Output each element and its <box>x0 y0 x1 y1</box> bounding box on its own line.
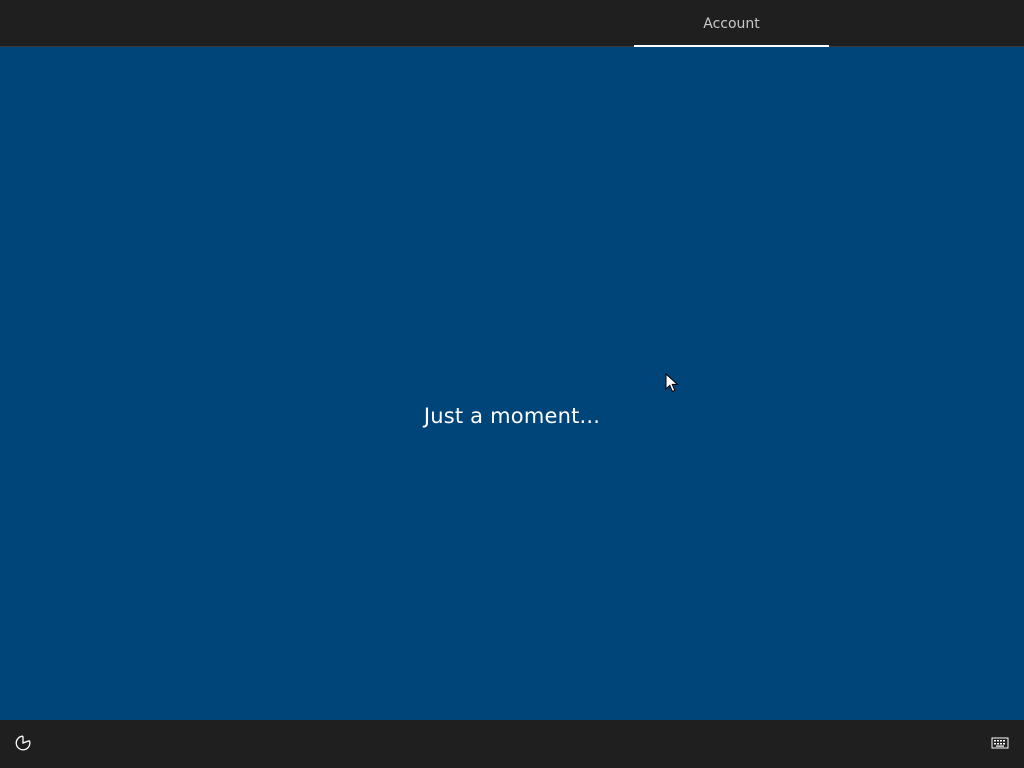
top-bar: Account <box>0 0 1024 47</box>
mouse-cursor-icon <box>665 372 679 393</box>
status-message: Just a moment... <box>423 404 601 428</box>
tab-account-label: Account <box>703 15 760 32</box>
oobe-screen: Account Just a moment... <box>0 0 1024 768</box>
keyboard-icon <box>991 735 1009 754</box>
ease-of-access-button[interactable] <box>10 732 36 758</box>
keyboard-button[interactable] <box>988 733 1012 755</box>
tab-account[interactable]: Account <box>634 0 829 47</box>
active-tab-indicator <box>634 45 829 47</box>
ease-of-access-icon <box>14 734 32 756</box>
bottom-bar <box>0 720 1024 768</box>
